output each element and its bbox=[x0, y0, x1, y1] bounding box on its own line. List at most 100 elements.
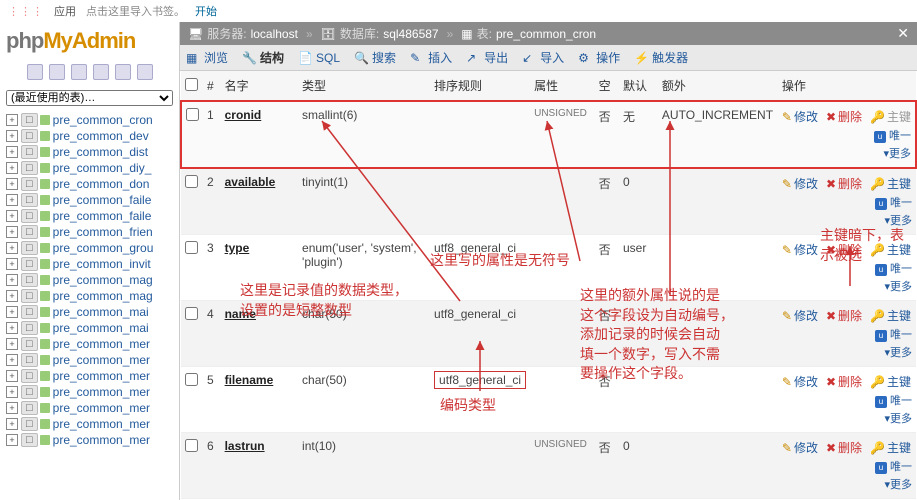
drop-link[interactable]: ✖删除 bbox=[826, 175, 862, 192]
expand-icon[interactable]: + bbox=[6, 370, 18, 382]
primary-key-link[interactable]: 🔑主键 bbox=[870, 373, 911, 390]
row-checkbox[interactable] bbox=[185, 439, 198, 452]
tree-item[interactable]: +□pre_common_mer bbox=[6, 432, 173, 448]
unique-link[interactable]: u 唯一 bbox=[875, 194, 912, 210]
tree-item[interactable]: +□pre_common_frien bbox=[6, 224, 173, 240]
drop-link[interactable]: ✖删除 bbox=[826, 373, 862, 390]
expand-icon[interactable]: + bbox=[6, 210, 18, 222]
logout-icon[interactable] bbox=[49, 64, 65, 80]
tab-SQL[interactable]: 📄SQL bbox=[298, 51, 340, 65]
select-all-checkbox[interactable] bbox=[185, 78, 198, 91]
field-name[interactable]: lastrun bbox=[225, 439, 265, 453]
tab-搜索[interactable]: 🔍搜索 bbox=[354, 49, 396, 66]
field-name[interactable]: available bbox=[225, 175, 276, 189]
tab-浏览[interactable]: ▦浏览 bbox=[186, 49, 228, 66]
tab-插入[interactable]: ✎插入 bbox=[410, 49, 452, 66]
row-checkbox[interactable] bbox=[186, 108, 199, 121]
tab-触发器[interactable]: ⚡触发器 bbox=[634, 49, 688, 66]
unique-link[interactable]: u 唯一 bbox=[875, 260, 912, 276]
expand-icon[interactable]: + bbox=[6, 434, 18, 446]
expand-icon[interactable]: + bbox=[6, 178, 18, 190]
more-link[interactable]: ▾更多 bbox=[884, 344, 912, 360]
tree-item[interactable]: +□pre_common_invit bbox=[6, 256, 173, 272]
more-link[interactable]: ▾更多 bbox=[884, 278, 912, 294]
primary-key-link[interactable]: 🔑主键 bbox=[870, 241, 911, 258]
field-name[interactable]: type bbox=[225, 241, 250, 255]
field-name[interactable]: name bbox=[225, 307, 256, 321]
tree-item[interactable]: +□pre_common_mer bbox=[6, 400, 173, 416]
start-link[interactable]: 开始 bbox=[195, 3, 217, 19]
drop-link[interactable]: ✖删除 bbox=[826, 108, 862, 125]
tree-item[interactable]: +□pre_common_mag bbox=[6, 288, 173, 304]
primary-key-link[interactable]: 🔑主键 bbox=[870, 175, 911, 192]
unique-link[interactable]: u 唯一 bbox=[874, 127, 911, 143]
tab-导入[interactable]: ↙导入 bbox=[522, 49, 564, 66]
more-link[interactable]: ▾更多 bbox=[884, 476, 912, 492]
sql-icon[interactable] bbox=[71, 64, 87, 80]
row-checkbox[interactable] bbox=[185, 241, 198, 254]
tree-item[interactable]: +□pre_common_dev bbox=[6, 128, 173, 144]
tree-item[interactable]: +□pre_common_faile bbox=[6, 208, 173, 224]
reload-icon[interactable] bbox=[137, 64, 153, 80]
edit-link[interactable]: ✎修改 bbox=[782, 108, 818, 125]
recent-tables-select[interactable]: (最近使用的表)… bbox=[6, 90, 173, 106]
panel-close-icon[interactable]: ✕ bbox=[897, 25, 909, 42]
crumb-server[interactable]: localhost bbox=[251, 27, 298, 41]
edit-link[interactable]: ✎修改 bbox=[782, 307, 818, 324]
expand-icon[interactable]: + bbox=[6, 290, 18, 302]
edit-link[interactable]: ✎修改 bbox=[782, 241, 818, 258]
row-checkbox[interactable] bbox=[185, 307, 198, 320]
field-name[interactable]: cronid bbox=[225, 108, 262, 122]
tab-操作[interactable]: ⚙操作 bbox=[578, 49, 620, 66]
primary-key-link[interactable]: 🔑主键 bbox=[870, 439, 911, 456]
tree-item[interactable]: +□pre_common_mer bbox=[6, 416, 173, 432]
tree-item[interactable]: +□pre_common_mag bbox=[6, 272, 173, 288]
expand-icon[interactable]: + bbox=[6, 322, 18, 334]
more-link[interactable]: ▾更多 bbox=[884, 212, 912, 228]
tree-item[interactable]: +□pre_common_dist bbox=[6, 144, 173, 160]
expand-icon[interactable]: + bbox=[6, 194, 18, 206]
settings-icon[interactable] bbox=[115, 64, 131, 80]
more-link[interactable]: ▾更多 bbox=[883, 145, 911, 161]
expand-icon[interactable]: + bbox=[6, 354, 18, 366]
tree-item[interactable]: +□pre_common_mai bbox=[6, 304, 173, 320]
tree-item[interactable]: +□pre_common_mer bbox=[6, 336, 173, 352]
expand-icon[interactable]: + bbox=[6, 226, 18, 238]
expand-icon[interactable]: + bbox=[6, 114, 18, 126]
expand-icon[interactable]: + bbox=[6, 338, 18, 350]
expand-icon[interactable]: + bbox=[6, 386, 18, 398]
crumb-table[interactable]: pre_common_cron bbox=[496, 27, 596, 41]
drop-link[interactable]: ✖删除 bbox=[826, 307, 862, 324]
drop-link[interactable]: ✖删除 bbox=[826, 439, 862, 456]
drop-link[interactable]: ✖删除 bbox=[826, 241, 862, 258]
row-checkbox[interactable] bbox=[185, 175, 198, 188]
row-checkbox[interactable] bbox=[185, 373, 198, 386]
tree-item[interactable]: +□pre_common_mer bbox=[6, 368, 173, 384]
tree-item[interactable]: +□pre_common_don bbox=[6, 176, 173, 192]
edit-link[interactable]: ✎修改 bbox=[782, 175, 818, 192]
tree-item[interactable]: +□pre_common_diy_ bbox=[6, 160, 173, 176]
edit-link[interactable]: ✎修改 bbox=[782, 373, 818, 390]
expand-icon[interactable]: + bbox=[6, 130, 18, 142]
primary-key-link[interactable]: 🔑主键 bbox=[870, 307, 911, 324]
expand-icon[interactable]: + bbox=[6, 162, 18, 174]
tree-item[interactable]: +□pre_common_mai bbox=[6, 320, 173, 336]
expand-icon[interactable]: + bbox=[6, 306, 18, 318]
unique-link[interactable]: u 唯一 bbox=[875, 458, 912, 474]
tree-item[interactable]: +□pre_common_faile bbox=[6, 192, 173, 208]
unique-link[interactable]: u 唯一 bbox=[875, 392, 912, 408]
docs-icon[interactable] bbox=[93, 64, 109, 80]
tree-item[interactable]: +□pre_common_mer bbox=[6, 384, 173, 400]
primary-key-link[interactable]: 🔑主键 bbox=[870, 108, 911, 125]
tree-item[interactable]: +□pre_common_mer bbox=[6, 352, 173, 368]
tab-导出[interactable]: ↗导出 bbox=[466, 49, 508, 66]
expand-icon[interactable]: + bbox=[6, 146, 18, 158]
expand-icon[interactable]: + bbox=[6, 258, 18, 270]
field-name[interactable]: filename bbox=[225, 373, 274, 387]
expand-icon[interactable]: + bbox=[6, 242, 18, 254]
home-icon[interactable] bbox=[27, 64, 43, 80]
tab-结构[interactable]: 🔧结构 bbox=[242, 49, 284, 66]
expand-icon[interactable]: + bbox=[6, 274, 18, 286]
tree-item[interactable]: +□pre_common_cron bbox=[6, 112, 173, 128]
unique-link[interactable]: u 唯一 bbox=[875, 326, 912, 342]
